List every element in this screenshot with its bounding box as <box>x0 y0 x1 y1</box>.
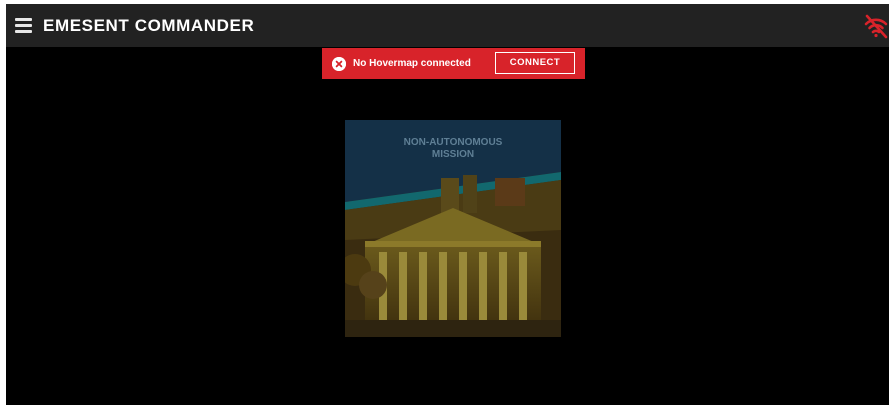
app-title: EMESENT COMMANDER <box>43 16 255 35</box>
connection-warning-banner: No Hovermap connected CONNECT <box>322 48 585 79</box>
app-window: EMESENT COMMANDER No Hovermap connected … <box>6 4 889 405</box>
card-dim-overlay <box>345 120 561 337</box>
top-app-bar: EMESENT COMMANDER <box>6 4 889 47</box>
wifi-off-icon[interactable] <box>863 13 889 39</box>
error-icon <box>332 57 346 71</box>
connect-button[interactable]: CONNECT <box>495 52 575 74</box>
non-autonomous-mission-card[interactable]: NON-AUTONOMOUS MISSION <box>345 120 561 337</box>
hamburger-menu-icon[interactable] <box>15 18 32 33</box>
banner-message: No Hovermap connected <box>353 58 471 69</box>
